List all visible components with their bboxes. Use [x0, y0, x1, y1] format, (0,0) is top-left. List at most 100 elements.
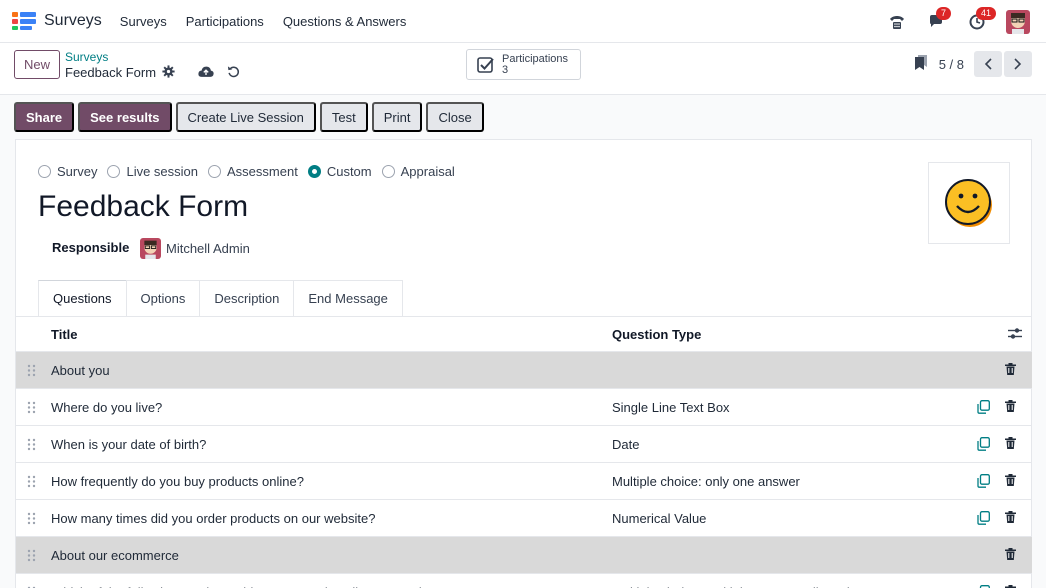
menu-surveys[interactable]: Surveys	[120, 14, 167, 29]
survey-image-field[interactable]	[928, 162, 1010, 244]
activities-count-badge: 41	[976, 6, 997, 20]
phone-icon[interactable]	[886, 11, 908, 33]
form-sheet: Survey Live session Assessment Custom Ap…	[15, 139, 1032, 588]
radio-appraisal[interactable]: Appraisal	[381, 164, 455, 179]
column-header-title[interactable]: Title	[51, 327, 78, 342]
record-actions	[162, 65, 253, 78]
section-title-cell[interactable]: About you	[51, 363, 110, 378]
copy-icon[interactable]	[977, 437, 990, 454]
trash-icon[interactable]	[1005, 363, 1016, 378]
table-row[interactable]: How frequently do you buy products onlin…	[16, 463, 1032, 500]
tab-description[interactable]: Description	[199, 280, 295, 316]
responsible-field[interactable]: Mitchell Admin	[166, 241, 250, 256]
responsible-avatar	[140, 238, 161, 259]
section-row[interactable]: About our ecommerce	[16, 537, 1032, 574]
trash-icon[interactable]	[1005, 400, 1016, 415]
question-title-cell[interactable]: Where do you live?	[51, 400, 162, 415]
create-live-session-button[interactable]: Create Live Session	[175, 102, 316, 132]
cloud-save-icon[interactable]	[198, 65, 214, 78]
drag-handle-icon[interactable]	[27, 475, 36, 491]
form-notebook-tabs: Questions Options Description End Messag…	[38, 280, 403, 316]
gear-icon[interactable]	[162, 65, 175, 78]
breadcrumb-surveys[interactable]: Surveys	[65, 50, 108, 64]
question-title-cell[interactable]: Which of the following words would you u…	[51, 585, 453, 588]
table-row[interactable]: Which of the following words would you u…	[16, 574, 1032, 588]
app-name[interactable]: Surveys	[44, 12, 102, 30]
drag-handle-icon[interactable]	[27, 512, 36, 528]
radio-label: Custom	[326, 164, 372, 179]
question-title-cell[interactable]: How many times did you order products on…	[51, 511, 375, 526]
participations-smart-button[interactable]: Participations 3	[466, 49, 581, 80]
menu-participations[interactable]: Participations	[186, 14, 264, 29]
print-button[interactable]: Print	[371, 102, 423, 132]
user-avatar[interactable]	[1006, 9, 1030, 34]
close-button[interactable]: Close	[426, 102, 484, 132]
bookmark-icon[interactable]	[914, 55, 927, 73]
drag-handle-icon[interactable]	[27, 364, 36, 380]
survey-title-field[interactable]: Feedback Form	[38, 190, 248, 224]
question-type-cell[interactable]: Multiple choice: only one answer	[612, 474, 800, 489]
see-results-button[interactable]: See results	[78, 102, 172, 132]
radio-button[interactable]	[38, 165, 51, 178]
table-body: About you Where do you live? Single Line T…	[16, 352, 1032, 588]
radio-button[interactable]	[208, 165, 222, 178]
section-title-cell[interactable]: About our ecommerce	[51, 548, 179, 563]
pager-previous-button[interactable]	[974, 51, 1002, 77]
question-type-cell[interactable]: Multiple choice: multiple answers allowe…	[612, 585, 850, 588]
messaging-icon[interactable]: 7	[926, 6, 952, 33]
drag-handle-icon[interactable]	[27, 438, 36, 454]
radio-label: Live session	[126, 164, 199, 179]
main-menu: Surveys Participations Questions & Answe…	[120, 14, 426, 29]
tab-questions[interactable]: Questions	[38, 280, 127, 316]
radio-assessment[interactable]: Assessment	[208, 164, 298, 179]
radio-button[interactable]	[107, 165, 121, 178]
form-action-bar: Share See results Create Live Session Te…	[14, 102, 488, 132]
chevron-left-icon	[984, 58, 992, 70]
table-row[interactable]: When is your date of birth? Date	[16, 426, 1032, 463]
optional-columns-settings-icon[interactable]	[1008, 327, 1022, 343]
copy-icon[interactable]	[977, 474, 990, 491]
app-logo-icon	[12, 12, 36, 30]
trash-icon[interactable]	[1005, 437, 1016, 452]
question-type-cell[interactable]: Single Line Text Box	[612, 400, 730, 415]
section-row[interactable]: About you	[16, 352, 1032, 389]
tab-options[interactable]: Options	[125, 280, 201, 316]
discard-undo-icon[interactable]	[227, 65, 240, 78]
copy-icon[interactable]	[977, 511, 990, 528]
tab-end-message[interactable]: End Message	[293, 280, 403, 316]
question-type-cell[interactable]: Date	[612, 437, 639, 452]
activity-clock-icon[interactable]: 41	[966, 6, 997, 33]
messages-count-badge: 7	[936, 6, 952, 20]
control-panel: New Surveys Feedback Form Participations…	[0, 43, 1046, 95]
copy-icon[interactable]	[977, 400, 990, 417]
radio-button[interactable]	[381, 165, 395, 178]
drag-handle-icon[interactable]	[27, 549, 36, 565]
table-row[interactable]: How many times did you order products on…	[16, 500, 1032, 537]
radio-survey[interactable]: Survey	[38, 164, 97, 179]
app-menu-button[interactable]: Surveys	[12, 12, 102, 30]
trash-icon[interactable]	[1005, 511, 1016, 526]
table-row[interactable]: Where do you live? Single Line Text Box	[16, 389, 1032, 426]
radio-live-session[interactable]: Live session	[107, 164, 198, 179]
menu-questions-answers[interactable]: Questions & Answers	[283, 14, 407, 29]
survey-type-radio-group: Survey Live session Assessment Custom Ap…	[38, 164, 465, 179]
new-button[interactable]: New	[14, 50, 60, 79]
record-pager: 5 / 8	[914, 51, 1032, 77]
radio-custom[interactable]: Custom	[307, 164, 372, 179]
pager-next-button[interactable]	[1004, 51, 1032, 77]
drag-handle-icon[interactable]	[27, 401, 36, 417]
question-title-cell[interactable]: When is your date of birth?	[51, 437, 206, 452]
smiley-face-icon	[945, 179, 992, 227]
pager-value[interactable]: 5 / 8	[939, 57, 964, 72]
smart-button-text: Participations 3	[502, 53, 568, 76]
radio-button-checked[interactable]	[307, 165, 321, 178]
trash-icon[interactable]	[1005, 548, 1016, 563]
question-type-cell[interactable]: Numerical Value	[612, 511, 706, 526]
questions-table: Title Question Type About you Where do yo…	[16, 316, 1032, 588]
test-button[interactable]: Test	[319, 102, 368, 132]
question-title-cell[interactable]: How frequently do you buy products onlin…	[51, 474, 304, 489]
trash-icon[interactable]	[1005, 474, 1016, 489]
column-header-question-type[interactable]: Question Type	[612, 327, 701, 342]
share-button[interactable]: Share	[14, 102, 75, 132]
checkbox-checked-icon	[477, 56, 494, 73]
